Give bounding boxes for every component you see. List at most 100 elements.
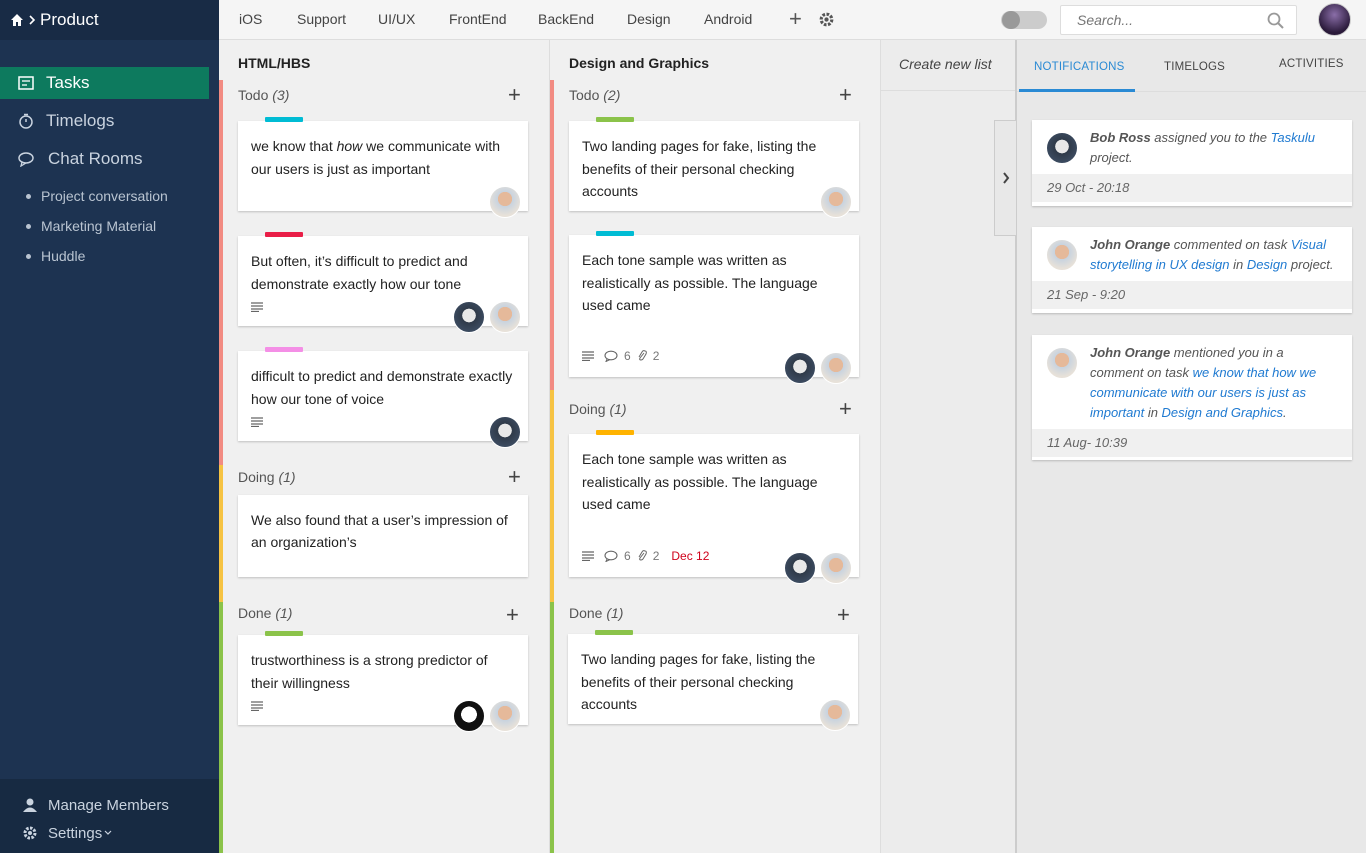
avatar[interactable] [489,700,521,732]
bullet-icon [26,223,31,229]
add-card-button[interactable]: + [508,466,521,488]
add-card-button[interactable]: + [508,84,521,106]
task-card[interactable]: trustworthiness is a strong predictor of… [238,631,528,732]
list-html-hbs: HTML/HBS Todo (3) + we know that how we … [219,40,549,853]
card-text: Each tone sample was written as realisti… [582,451,818,512]
group-count: (1) [275,605,293,621]
task-card[interactable]: Two landing pages for fake, listing the … [568,630,858,731]
paperclip-icon [638,350,647,361]
card-meta: 6 2 Dec 12 [582,549,709,563]
manage-members-button[interactable]: Manage Members [0,791,219,819]
gear-icon[interactable] [818,11,835,28]
card-text: Two landing pages for fake, listing the … [581,651,816,712]
add-card-button[interactable]: + [506,604,519,626]
collapse-panel-button[interactable] [994,120,1016,236]
task-card[interactable]: Each tone sample was written as realisti… [569,231,859,384]
sidebar-item-timelogs[interactable]: Timelogs [0,105,209,137]
sidebar-footer: Manage Members Settings [0,779,219,853]
notification-text: John Orange mentioned you in a comment o… [1090,345,1317,420]
user-icon [23,798,37,812]
toggle-knob [1002,11,1020,29]
notification-time: 29 Oct - 20:18 [1032,174,1352,202]
sidebar-item-chat-rooms[interactable]: Chat Rooms [0,143,209,175]
create-new-list-button[interactable]: Create new list [899,56,992,72]
comment-count: 6 [624,549,631,563]
sidebar-item-tasks[interactable]: Tasks [0,67,209,99]
search-icon[interactable] [1267,12,1284,29]
gear-icon [23,826,37,840]
avatar[interactable] [820,552,852,584]
comment-icon [604,550,618,562]
chevron-down-icon [104,830,112,835]
notification-item[interactable]: John Orange commented on task Visual sto… [1032,227,1352,313]
task-card[interactable]: difficult to predict and demonstrate exa… [238,347,528,448]
tasks-icon [18,76,34,90]
comment-icon [604,350,618,362]
tab-timelogs[interactable]: TIMELOGS [1164,61,1225,73]
room-huddle[interactable]: Huddle [0,241,219,271]
tab-ios[interactable]: iOS [239,11,262,27]
tab-notifications[interactable]: NOTIFICATIONS [1034,61,1125,73]
tab-android[interactable]: Android [704,11,752,27]
add-card-button[interactable]: + [839,84,852,106]
tab-activities[interactable]: ACTIVITIES [1279,58,1344,70]
user-avatar[interactable] [1318,3,1351,36]
avatar[interactable] [489,186,521,218]
group-count: (1) [609,401,627,417]
description-icon [251,701,263,711]
avatar[interactable] [453,301,485,333]
card-text: Two landing pages for fake, listing the … [582,138,817,199]
notification-time: 21 Sep - 9:20 [1032,281,1352,309]
room-project-conversation[interactable]: Project conversation [0,181,219,211]
project-link[interactable]: Design [1247,257,1287,272]
tab-backend[interactable]: BackEnd [538,11,594,27]
group-color-bar [219,80,223,465]
add-project-button[interactable]: + [789,8,802,30]
settings-button[interactable]: Settings [0,819,219,847]
avatar[interactable] [820,352,852,384]
add-card-button[interactable]: + [837,604,850,626]
card-label [265,117,303,122]
avatar[interactable] [453,700,485,732]
sidebar-item-label: Chat Rooms [48,149,143,168]
avatar[interactable] [489,301,521,333]
card-members [784,352,852,384]
avatar[interactable] [489,416,521,448]
notification-item[interactable]: John Orange mentioned you in a comment o… [1032,335,1352,460]
project-link[interactable]: Taskulu [1271,130,1315,145]
task-card[interactable]: We also found that a user’s impression o… [238,495,528,577]
add-card-button[interactable]: + [839,398,852,420]
task-card[interactable]: Each tone sample was written as realisti… [569,430,859,584]
project-link[interactable]: Design and Graphics [1162,405,1283,420]
notification-item[interactable]: Bob Ross assigned you to the Taskulu pro… [1032,120,1352,206]
card-members [819,699,851,731]
card-members [453,301,521,333]
search-input[interactable] [1061,6,1251,34]
card-members [784,552,852,584]
task-card[interactable]: we know that how we communicate with our… [238,117,528,218]
tab-ui-ux[interactable]: UI/UX [378,11,415,27]
description-icon [582,351,594,361]
sidebar-nav: Tasks Timelogs Chat Rooms Project conver… [0,67,219,271]
avatar[interactable] [820,186,852,218]
group-color-bar [219,465,223,602]
avatar[interactable] [784,352,816,384]
card-label [265,631,303,636]
avatar [1046,239,1078,271]
view-toggle[interactable] [1001,11,1047,29]
notification-time: 11 Aug- 10:39 [1032,429,1352,457]
room-marketing-material[interactable]: Marketing Material [0,211,219,241]
tab-support[interactable]: Support [297,11,346,27]
group-count: (1) [278,469,296,485]
task-card[interactable]: Two landing pages for fake, listing the … [569,117,859,218]
group-count: (2) [603,87,621,103]
brand-bar[interactable]: Product [0,0,219,40]
tab-design[interactable]: Design [627,11,671,27]
home-icon [11,14,23,26]
group-name: Done [238,605,272,621]
tab-frontend[interactable]: FrontEnd [449,11,507,27]
card-text: trustworthiness is a strong predictor of… [251,652,488,691]
avatar[interactable] [819,699,851,731]
task-card[interactable]: But often, it’s difficult to predict and… [238,232,528,333]
avatar[interactable] [784,552,816,584]
